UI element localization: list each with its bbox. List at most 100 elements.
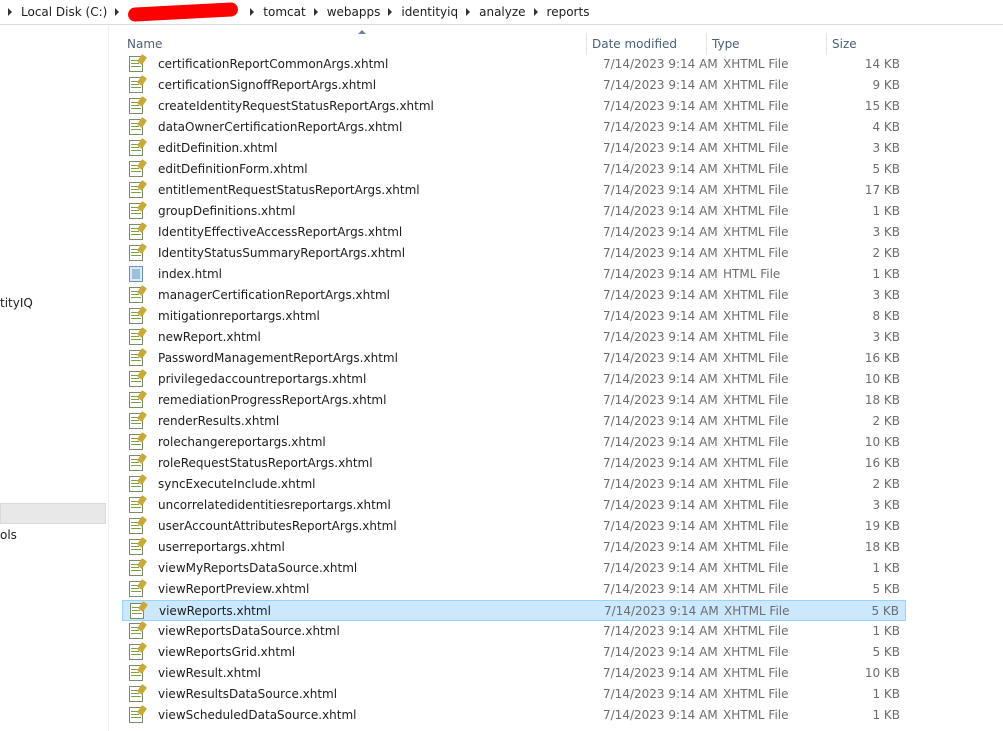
file-size: 1 KB	[872, 708, 900, 722]
file-type: XHTML File	[723, 309, 789, 323]
file-row[interactable]: editDefinitionForm.xhtml 7/14/2023 9:14 A…	[122, 159, 906, 180]
chevron-right-icon[interactable]	[388, 8, 393, 16]
file-name: createIdentityRequestStatusReportArgs.xh…	[158, 99, 434, 113]
file-date-modified: 7/14/2023 9:14 AM	[603, 708, 718, 722]
xhtml-file-icon	[129, 518, 143, 534]
file-date-modified: 7/14/2023 9:14 AM	[603, 414, 718, 428]
file-date-modified: 7/14/2023 9:14 AM	[603, 78, 718, 92]
file-row[interactable]: viewReports.xhtml 7/14/2023 9:14 AM XHTML …	[122, 600, 906, 621]
chevron-right-icon[interactable]	[8, 8, 12, 16]
file-row[interactable]: PasswordManagementReportArgs.xhtml 7/14/2…	[122, 348, 906, 369]
file-date-modified: 7/14/2023 9:14 AM	[603, 666, 718, 680]
breadcrumb-identityiq[interactable]: identityiq	[401, 5, 458, 19]
file-type: XHTML File	[723, 666, 789, 680]
file-row[interactable]: remediationProgressReportArgs.xhtml 7/14/…	[122, 390, 906, 411]
file-list[interactable]: Name Date modified Type Size certificati…	[112, 26, 1003, 731]
file-row[interactable]: userreportargs.xhtml 7/14/2023 9:14 AM XHT…	[122, 537, 906, 558]
file-type: XHTML File	[723, 351, 789, 365]
breadcrumb-webapps[interactable]: webapps	[327, 5, 381, 19]
file-name: viewReports.xhtml	[159, 604, 271, 618]
file-row[interactable]: privilegedaccountreportargs.xhtml 7/14/20…	[122, 369, 906, 390]
file-type: XHTML File	[723, 330, 789, 344]
file-size: 3 KB	[872, 330, 900, 344]
chevron-right-icon[interactable]	[313, 8, 318, 16]
file-size: 2 KB	[872, 246, 900, 260]
column-header-type[interactable]: Type	[707, 33, 827, 55]
file-size: 14 KB	[864, 57, 900, 71]
file-size: 1 KB	[872, 687, 900, 701]
file-row[interactable]: IdentityStatusSummaryReportArgs.xhtml 7/1…	[122, 243, 906, 264]
xhtml-file-icon	[129, 665, 143, 681]
chevron-right-icon[interactable]	[115, 8, 120, 16]
nav-item-identityiq[interactable]: tityIQ	[0, 296, 33, 310]
breadcrumb-reports[interactable]: reports	[547, 5, 590, 19]
file-row[interactable]: groupDefinitions.xhtml 7/14/2023 9:14 AM X…	[122, 201, 906, 222]
file-row[interactable]: uncorrelatedidentitiesreportargs.xhtml 7/…	[122, 495, 906, 516]
file-row[interactable]: roleRequestStatusReportArgs.xhtml 7/14/20…	[122, 453, 906, 474]
file-name: viewMyReportsDataSource.xhtml	[158, 561, 358, 575]
column-header-date[interactable]: Date modified	[587, 33, 707, 55]
column-header-name[interactable]: Name	[122, 33, 587, 55]
xhtml-file-icon	[129, 560, 143, 576]
file-row[interactable]: rolechangereportargs.xhtml 7/14/2023 9:14…	[122, 432, 906, 453]
file-row[interactable]: viewReportsDataSource.xhtml 7/14/2023 9:1…	[122, 621, 906, 642]
file-type: XHTML File	[723, 519, 789, 533]
xhtml-file-icon	[129, 707, 143, 723]
file-row[interactable]: managerCertificationReportArgs.xhtml 7/14…	[122, 285, 906, 306]
breadcrumb-local-disk[interactable]: Local Disk (C:)	[21, 5, 107, 19]
file-type: XHTML File	[723, 120, 789, 134]
file-type: XHTML File	[723, 414, 789, 428]
file-date-modified: 7/14/2023 9:14 AM	[603, 225, 718, 239]
file-row[interactable]: dataOwnerCertificationReportArgs.xhtml 7/…	[122, 117, 906, 138]
file-row[interactable]: createIdentityRequestStatusReportArgs.xh…	[122, 96, 906, 117]
file-name: dataOwnerCertificationReportArgs.xhtml	[158, 120, 403, 134]
file-row[interactable]: certificationReportCommonArgs.xhtml 7/14/…	[122, 54, 906, 75]
xhtml-file-icon	[129, 623, 143, 639]
chevron-right-icon[interactable]	[533, 8, 538, 16]
column-header-size[interactable]: Size	[827, 33, 906, 55]
file-row[interactable]: userAccountAttributesReportArgs.xhtml 7/1…	[122, 516, 906, 537]
file-row[interactable]: viewReportPreview.xhtml 7/14/2023 9:14 AM…	[122, 579, 906, 600]
file-type: XHTML File	[723, 204, 789, 218]
file-row[interactable]: viewMyReportsDataSource.xhtml 7/14/2023 9…	[122, 558, 906, 579]
nav-item-selected[interactable]	[0, 503, 106, 524]
breadcrumb-tomcat[interactable]: tomcat	[263, 5, 305, 19]
xhtml-file-icon	[129, 455, 143, 471]
file-size: 5 KB	[872, 162, 900, 176]
file-row[interactable]: editDefinition.xhtml 7/14/2023 9:14 AM XHT…	[122, 138, 906, 159]
file-row[interactable]: syncExecuteInclude.xhtml 7/14/2023 9:14 A…	[122, 474, 906, 495]
file-date-modified: 7/14/2023 9:14 AM	[603, 246, 718, 260]
navigation-pane[interactable]: tityIQ ols	[0, 26, 109, 731]
file-row[interactable]: index.html 7/14/2023 9:14 AM HTML File 1 KB	[122, 264, 906, 285]
address-bar[interactable]: Local Disk (C:) tomcat webapps identityi…	[0, 0, 1003, 25]
file-row[interactable]: IdentityEffectiveAccessReportArgs.xhtml 7…	[122, 222, 906, 243]
xhtml-file-icon	[129, 203, 143, 219]
file-type: XHTML File	[723, 225, 789, 239]
file-row[interactable]: entitlementRequestStatusReportArgs.xhtml…	[122, 180, 906, 201]
file-row[interactable]: renderResults.xhtml 7/14/2023 9:14 AM XHTM…	[122, 411, 906, 432]
file-row[interactable]: certificationSignoffReportArgs.xhtml 7/14…	[122, 75, 906, 96]
file-size: 2 KB	[872, 477, 900, 491]
file-size: 10 KB	[864, 435, 900, 449]
file-type: XHTML File	[723, 372, 789, 386]
file-row[interactable]: viewReportsGrid.xhtml 7/14/2023 9:14 AM XH…	[122, 642, 906, 663]
chevron-right-icon[interactable]	[466, 8, 471, 16]
file-row[interactable]: viewResult.xhtml 7/14/2023 9:14 AM XHTML F…	[122, 663, 906, 684]
nav-item-tools[interactable]: ols	[0, 528, 17, 542]
file-date-modified: 7/14/2023 9:14 AM	[603, 99, 718, 113]
xhtml-file-icon	[129, 392, 143, 408]
file-type: XHTML File	[723, 246, 789, 260]
file-name: viewReportsDataSource.xhtml	[158, 624, 340, 638]
file-type: XHTML File	[723, 435, 789, 449]
chevron-right-icon[interactable]	[250, 8, 255, 16]
file-size: 3 KB	[872, 498, 900, 512]
file-size: 3 KB	[872, 141, 900, 155]
file-row[interactable]: viewResultsDataSource.xhtml 7/14/2023 9:1…	[122, 684, 906, 705]
file-row[interactable]: newReport.xhtml 7/14/2023 9:14 AM XHTML Fi…	[122, 327, 906, 348]
file-date-modified: 7/14/2023 9:14 AM	[603, 309, 718, 323]
file-size: 1 KB	[872, 267, 900, 281]
xhtml-file-icon	[129, 182, 143, 198]
file-row[interactable]: mitigationreportargs.xhtml 7/14/2023 9:14…	[122, 306, 906, 327]
file-row[interactable]: viewScheduledDataSource.xhtml 7/14/2023 9…	[122, 705, 906, 726]
breadcrumb-analyze[interactable]: analyze	[479, 5, 525, 19]
